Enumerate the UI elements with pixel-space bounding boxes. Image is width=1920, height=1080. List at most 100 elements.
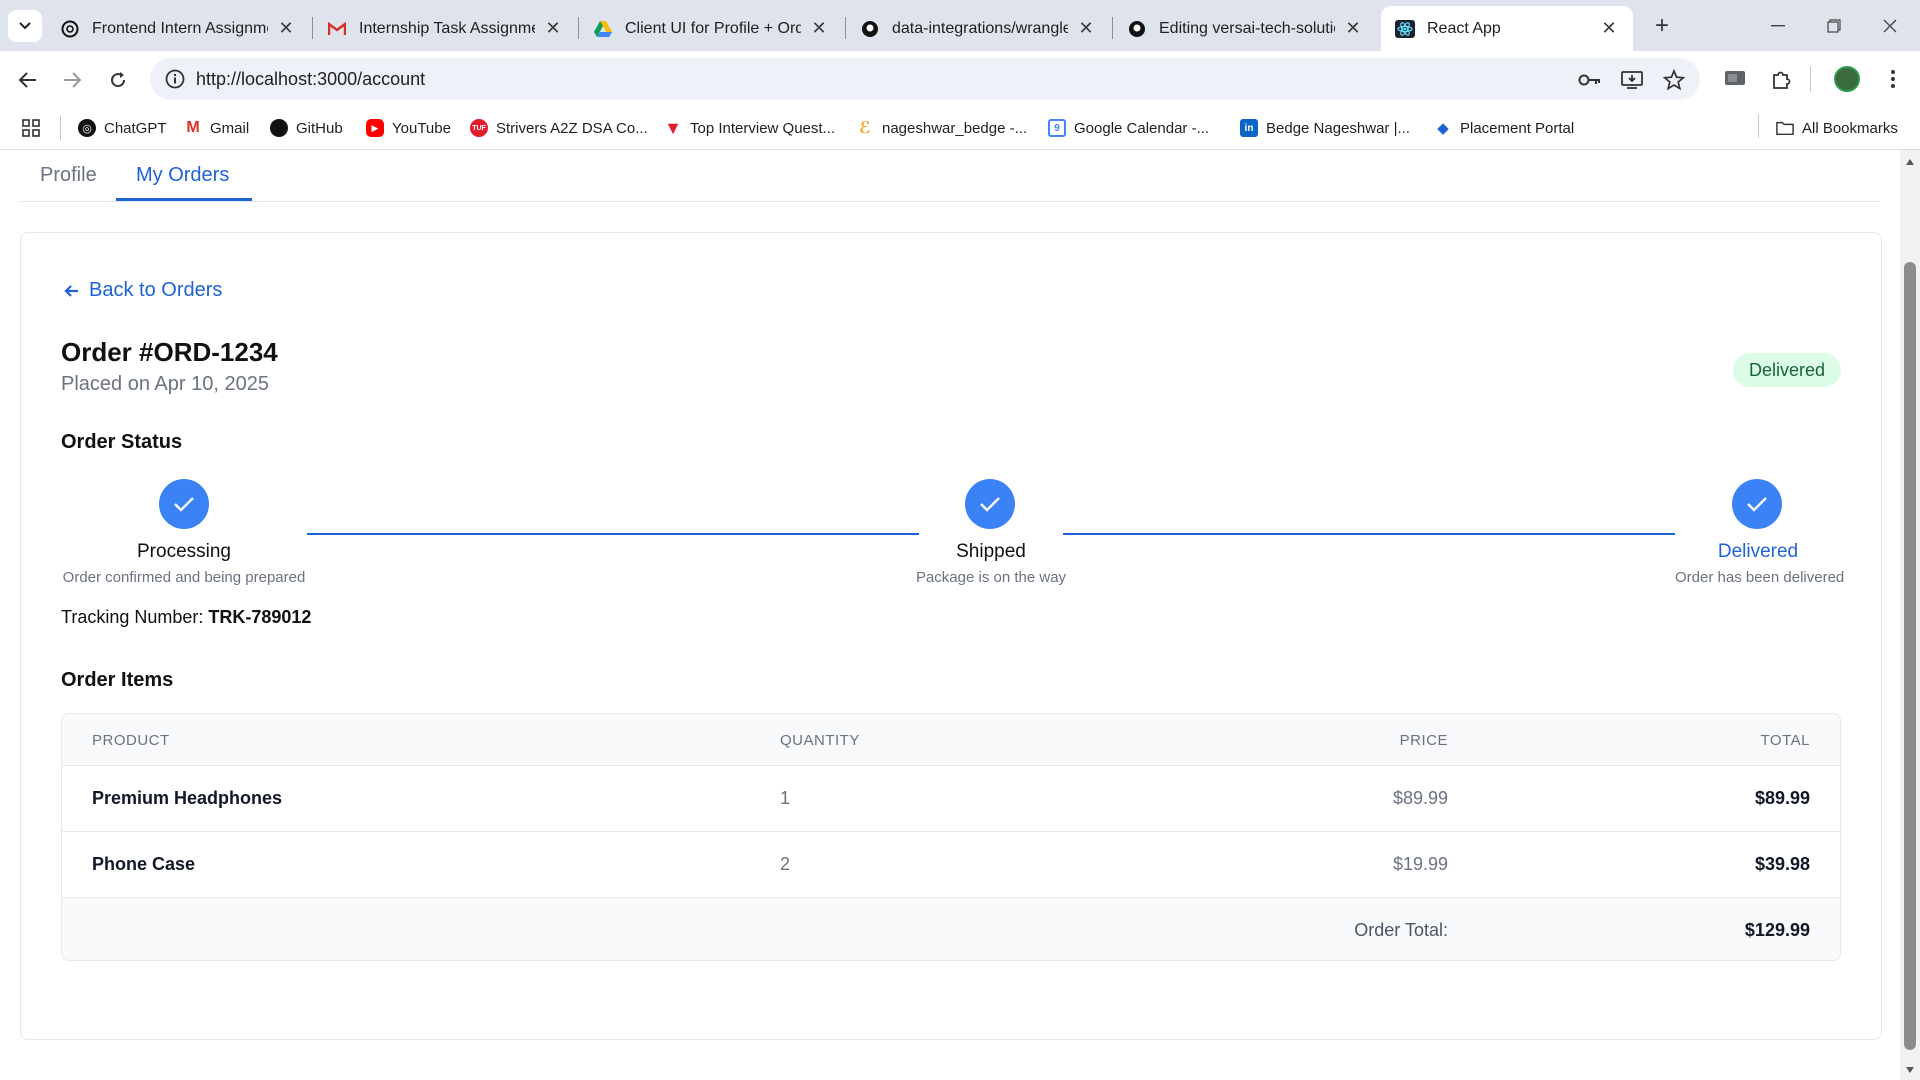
bookmark-label: YouTube — [392, 119, 451, 137]
minimize-button[interactable] — [1750, 0, 1806, 51]
window-close-button[interactable] — [1862, 0, 1918, 51]
bookmark-label: Strivers A2Z DSA Co... — [496, 119, 648, 137]
new-tab-button[interactable]: + — [1648, 12, 1676, 40]
product-total: $89.99 — [1754, 788, 1810, 808]
column-header-total: TOTAL — [1760, 732, 1810, 749]
folder-icon — [1776, 119, 1794, 137]
order-items-heading: Order Items — [61, 669, 174, 691]
profile-avatar[interactable] — [1834, 66, 1860, 92]
scroll-up-icon — [1906, 159, 1914, 165]
apps-grid-icon[interactable] — [22, 117, 40, 139]
react-icon — [1395, 19, 1415, 39]
tle-icon: ▼ — [664, 117, 682, 138]
google-drive-icon — [593, 19, 613, 39]
bookmark-star-icon[interactable] — [1662, 68, 1686, 92]
back-to-orders-link[interactable]: Back to Orders — [63, 279, 222, 302]
bookmark-label: Placement Portal — [1460, 119, 1575, 137]
tracking-info: Tracking Number: TRK-789012 — [61, 607, 311, 628]
browser-tab-2[interactable]: Internship Task Assignment ✕ — [313, 6, 577, 51]
browser-menu-icon[interactable] — [1880, 66, 1906, 92]
tab-title: React App — [1427, 19, 1501, 37]
reload-icon — [111, 72, 126, 88]
restore-button[interactable] — [1806, 0, 1862, 51]
tab-my-orders[interactable]: My Orders — [136, 164, 229, 187]
close-icon[interactable]: ✕ — [809, 18, 829, 39]
tab-search-button[interactable] — [8, 10, 42, 42]
scrollbar-thumb[interactable] — [1904, 262, 1916, 1050]
order-total-value: $129.99 — [1744, 920, 1810, 940]
step-description: Package is on the way — [915, 569, 1067, 586]
bookmark-linkedin[interactable]: in Bedge Nageshwar |... — [1240, 117, 1410, 139]
bookmark-label: Bedge Nageshwar |... — [1266, 119, 1410, 137]
bookmark-chatgpt[interactable]: ◎ ChatGPT — [78, 117, 167, 139]
chatgpt-icon: ◎ — [78, 119, 96, 137]
close-icon[interactable]: ✕ — [543, 18, 563, 39]
bookmark-label: Gmail — [210, 119, 250, 137]
table-footer: Order Total: $129.99 — [62, 898, 1840, 960]
product-price: $89.99 — [1392, 788, 1448, 808]
column-header-product: PRODUCT — [92, 732, 170, 749]
step-processing-check — [159, 479, 209, 529]
bookmark-github[interactable]: GitHub — [270, 117, 343, 139]
account-tabs: Profile My Orders — [20, 150, 1880, 202]
close-icon[interactable]: ✕ — [1076, 18, 1096, 39]
all-bookmarks-label: All Bookmarks — [1802, 119, 1898, 137]
bookmark-placement-portal[interactable]: ◆ Placement Portal — [1434, 117, 1574, 139]
forward-button[interactable] — [56, 64, 88, 96]
step-connector — [1063, 533, 1675, 535]
check-icon — [174, 497, 194, 512]
step-title: Processing — [137, 541, 231, 562]
product-quantity: 2 — [780, 854, 791, 874]
step-shipped-check — [965, 479, 1015, 529]
step-description: Order confirmed and being prepared — [62, 569, 306, 586]
step-connector — [307, 533, 919, 535]
status-badge: Delivered — [1732, 353, 1841, 387]
bookmark-label: GitHub — [296, 119, 343, 137]
browser-tab-1[interactable]: Frontend Intern Assignmer ✕ — [46, 6, 310, 51]
bookmark-google-calendar[interactable]: 9 Google Calendar -... — [1048, 117, 1209, 139]
all-bookmarks-button[interactable]: All Bookmarks — [1776, 117, 1898, 139]
browser-tab-5[interactable]: Editing versai-tech-solution ✕ — [1113, 6, 1377, 51]
close-icon[interactable]: ✕ — [276, 18, 296, 39]
product-name: Premium Headphones — [92, 788, 283, 808]
tab-title: Frontend Intern Assignmer — [92, 19, 268, 37]
portal-icon: ◆ — [1437, 120, 1449, 137]
table-header: PRODUCT QUANTITY PRICE TOTAL — [62, 714, 1840, 766]
order-placed-date: Placed on Apr 10, 2025 — [61, 373, 269, 395]
reload-button[interactable] — [102, 64, 134, 96]
bookmark-youtube[interactable]: ▶ YouTube — [366, 117, 451, 139]
install-app-icon[interactable] — [1620, 68, 1644, 92]
active-tab-indicator — [116, 198, 252, 201]
browser-tab-4[interactable]: data-integrations/wrangler ✕ — [846, 6, 1110, 51]
back-button[interactable] — [12, 64, 44, 96]
bookmark-leetcode[interactable]: ℰ nageshwar_bedge -... — [856, 117, 1027, 139]
browser-tab-3[interactable]: Client UI for Profile + Orde ✕ — [579, 6, 843, 51]
bookmark-label: nageshwar_bedge -... — [882, 119, 1028, 137]
column-header-quantity: QUANTITY — [780, 732, 860, 749]
password-key-icon[interactable] — [1578, 68, 1602, 92]
order-title: Order #ORD-1234 — [61, 337, 278, 367]
browser-tab-6[interactable]: React App ✕ — [1381, 6, 1633, 51]
product-total: $39.98 — [1754, 854, 1810, 874]
tab-profile[interactable]: Profile — [40, 164, 97, 187]
bookmark-top-interview[interactable]: ▼ Top Interview Quest... — [664, 117, 835, 139]
order-items-table: PRODUCT QUANTITY PRICE TOTAL Premium Hea… — [61, 713, 1841, 961]
leetcode-icon: ℰ — [859, 120, 871, 137]
close-icon[interactable]: ✕ — [1343, 18, 1363, 39]
bookmark-label: ChatGPT — [104, 119, 167, 137]
browser-tab-strip: Frontend Intern Assignmer ✕ Internship T… — [0, 0, 1920, 51]
bookmark-gmail[interactable]: M Gmail — [184, 117, 249, 139]
check-icon — [980, 497, 1000, 512]
url-text[interactable]: http://localhost:3000/account — [196, 69, 425, 90]
site-info-icon[interactable] — [164, 68, 186, 90]
close-icon[interactable]: ✕ — [1599, 18, 1619, 39]
cast-icon[interactable] — [1722, 66, 1748, 92]
scroll-down-icon — [1906, 1067, 1914, 1073]
page-scrollbar[interactable] — [1900, 150, 1920, 1080]
extensions-puzzle-icon[interactable] — [1768, 66, 1794, 92]
gmail-icon — [327, 19, 347, 39]
address-bar[interactable]: http://localhost:3000/account — [150, 58, 1700, 100]
bookmark-strivers[interactable]: TUF Strivers A2Z DSA Co... — [470, 117, 648, 139]
calendar-icon: 9 — [1048, 119, 1066, 137]
tab-title: Client UI for Profile + Orde — [625, 19, 801, 37]
